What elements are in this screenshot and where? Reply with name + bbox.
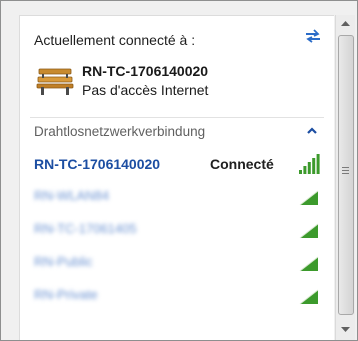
wifi-signal-icon bbox=[299, 256, 319, 272]
scroll-thumb[interactable] bbox=[338, 35, 354, 315]
section-divider bbox=[30, 117, 324, 118]
connected-to-label: Actuellement connecté à : bbox=[34, 32, 196, 48]
current-network-name: RN-TC-1706140020 bbox=[82, 63, 209, 79]
network-row[interactable]: RN-TC-1706140020 Connecté bbox=[24, 149, 330, 179]
current-network-status: Pas d'accès Internet bbox=[82, 82, 209, 98]
grip-icon bbox=[342, 167, 349, 175]
network-flyout: Actuellement connecté à : RN-TC-17061400… bbox=[0, 0, 358, 341]
network-row[interactable]: RN-Private bbox=[24, 280, 330, 310]
bench-icon bbox=[36, 68, 74, 95]
refresh-icon[interactable] bbox=[303, 28, 323, 44]
connection-status: Connecté bbox=[210, 156, 274, 172]
wifi-signal-icon bbox=[299, 190, 319, 206]
network-ssid: RN-WLAN84 bbox=[34, 188, 110, 203]
network-ssid: RN-TC-1706140020 bbox=[34, 156, 161, 172]
network-row[interactable]: RN-TC-17061405 bbox=[24, 214, 330, 244]
chevron-up-icon[interactable] bbox=[305, 124, 319, 138]
network-row[interactable]: RN-WLAN84 bbox=[24, 181, 330, 211]
wifi-signal-icon bbox=[299, 289, 319, 305]
network-row[interactable]: RN-Public bbox=[24, 247, 330, 277]
scroll-up-arrow-icon[interactable] bbox=[336, 15, 355, 32]
wifi-signal-icon bbox=[299, 154, 320, 174]
scroll-down-arrow-icon[interactable] bbox=[336, 321, 355, 338]
wifi-signal-icon bbox=[299, 223, 319, 239]
network-list-panel: Actuellement connecté à : RN-TC-17061400… bbox=[19, 15, 334, 340]
network-ssid: RN-Public bbox=[34, 254, 93, 269]
network-ssid: RN-TC-17061405 bbox=[34, 221, 137, 236]
network-ssid: RN-Private bbox=[34, 287, 98, 302]
scrollbar[interactable] bbox=[335, 15, 355, 340]
wireless-section-label: Drahtlosnetzwerkverbindung bbox=[34, 124, 206, 139]
